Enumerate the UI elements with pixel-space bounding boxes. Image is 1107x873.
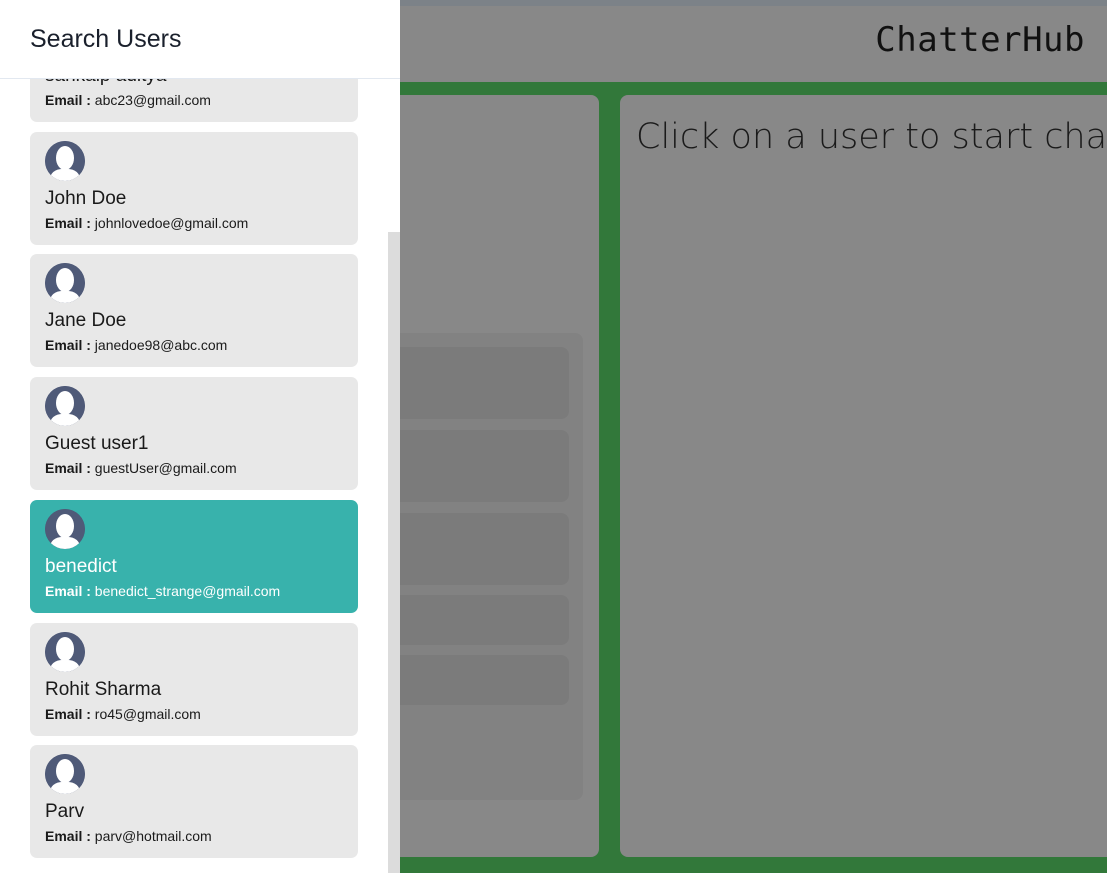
chat-placeholder-text: Click on a user to start chatting: [636, 117, 1107, 157]
email-label: Email :: [45, 706, 91, 722]
app-brand: ChatterHub: [875, 20, 1085, 60]
user-email: Email : johnlovedoe@gmail.com: [45, 215, 248, 231]
search-users-drawer: Search Users sankalp adityaEmail : abc23…: [0, 0, 400, 873]
drawer-title: Search Users: [30, 25, 182, 53]
email-label: Email :: [45, 215, 91, 231]
email-label: Email :: [45, 828, 91, 844]
user-avatar-icon: [45, 509, 85, 549]
email-value: benedict_strange@gmail.com: [90, 583, 281, 599]
user-list-item[interactable]: Rohit Sharma Email : ro45@gmail.com: [30, 623, 358, 736]
user-name: Jane Doe: [45, 310, 127, 331]
user-avatar-icon: [45, 754, 85, 794]
user-email: Email : guestUser@gmail.com: [45, 460, 237, 476]
user-name: Rohit Sharma: [45, 679, 162, 700]
email-label: Email :: [45, 583, 91, 599]
user-email: Email : benedict_strange@gmail.com: [45, 583, 280, 599]
user-list-item[interactable]: benedict Email : benedict_strange@gmail.c…: [30, 500, 358, 613]
user-avatar-icon: [45, 263, 85, 303]
email-label: Email :: [45, 92, 91, 108]
user-email: Email : parv@hotmail.com: [45, 828, 212, 844]
email-label: Email :: [45, 337, 91, 353]
user-avatar-icon: [45, 632, 85, 672]
user-avatar-icon: [45, 386, 85, 426]
user-name: Parv: [45, 801, 85, 822]
user-list-item[interactable]: Guest user1 Email : guestUser@gmail.com: [30, 377, 358, 490]
drawer-scrollbar[interactable]: [388, 232, 400, 873]
user-email: Email : abc23@gmail.com: [45, 92, 211, 108]
drawer-header: Search Users: [0, 0, 400, 79]
user-name: benedict: [45, 556, 117, 577]
email-value: parv@hotmail.com: [90, 828, 212, 844]
user-name: Guest user1: [45, 433, 149, 454]
user-name: John Doe: [45, 188, 127, 209]
user-email: Email : janedoe98@abc.com: [45, 337, 227, 353]
email-value: ro45@gmail.com: [90, 706, 201, 722]
email-value: janedoe98@abc.com: [90, 337, 228, 353]
user-list-item[interactable]: Jane Doe Email : janedoe98@abc.com: [30, 254, 358, 367]
email-value: guestUser@gmail.com: [90, 460, 237, 476]
chat-box-panel: Click on a user to start chatting: [620, 95, 1107, 857]
email-value: johnlovedoe@gmail.com: [90, 215, 249, 231]
email-label: Email :: [45, 460, 91, 476]
user-avatar-icon: [45, 141, 85, 181]
user-list-item[interactable]: John Doe Email : johnlovedoe@gmail.com: [30, 132, 358, 245]
email-value: abc23@gmail.com: [90, 92, 211, 108]
user-email: Email : ro45@gmail.com: [45, 706, 201, 722]
user-list-item[interactable]: Parv Email : parv@hotmail.com: [30, 745, 358, 858]
